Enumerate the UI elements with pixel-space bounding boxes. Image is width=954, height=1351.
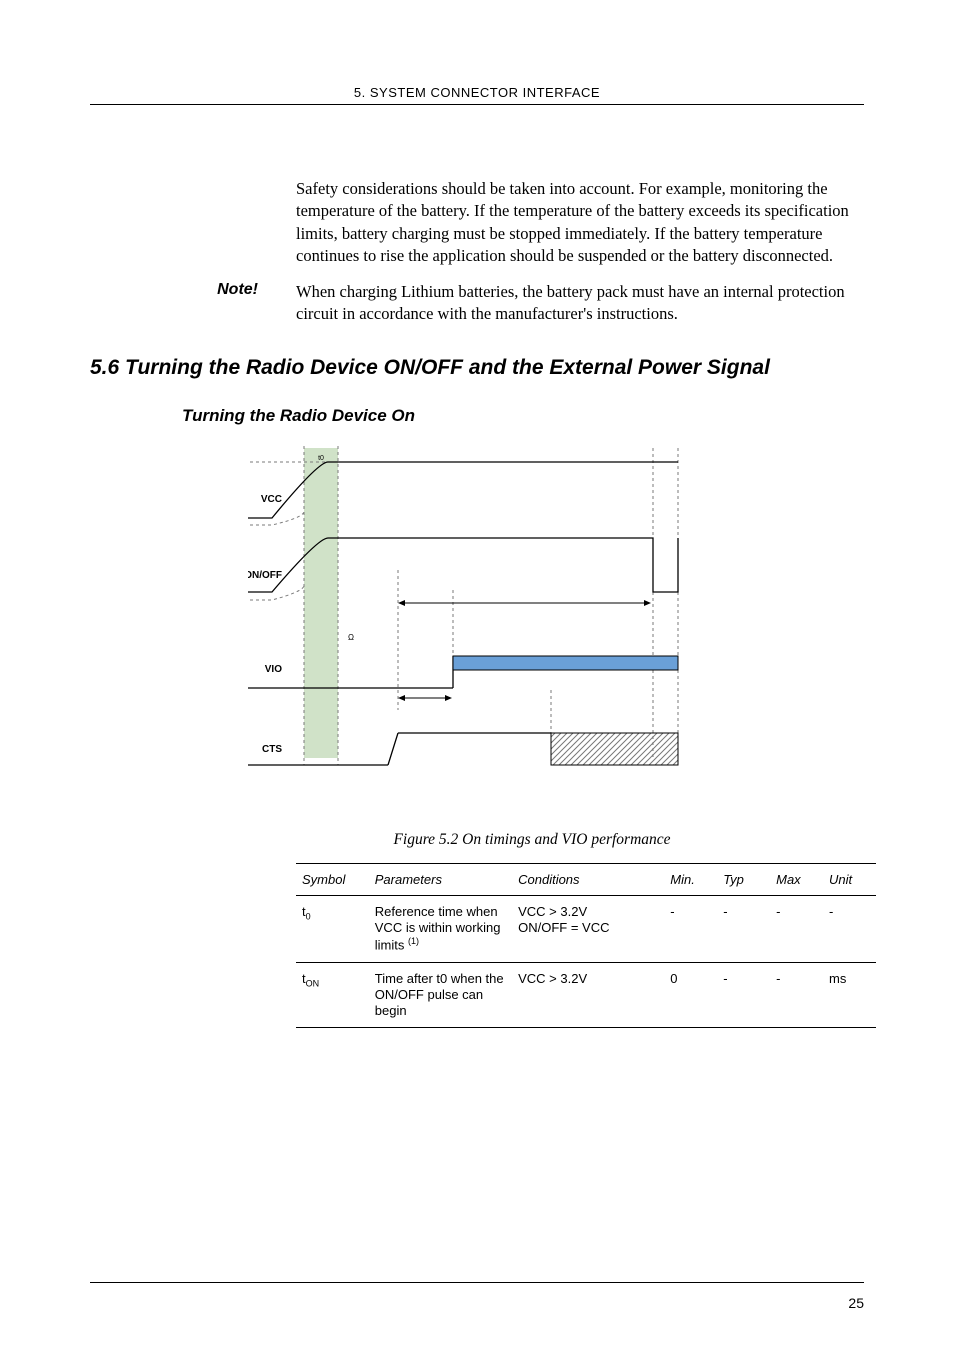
cell-min: 0 (664, 962, 717, 1028)
cell-conditions: VCC > 3.2V ON/OFF = VCC (512, 895, 664, 962)
cell-max: - (770, 895, 823, 962)
svg-text:ON/OFF: ON/OFF (248, 570, 282, 581)
running-header: 5. SYSTEM CONNECTOR INTERFACE (90, 85, 864, 100)
col-conditions: Conditions (512, 863, 664, 895)
page-number: 25 (848, 1295, 864, 1311)
body-paragraph: Safety considerations should be taken in… (296, 178, 864, 267)
note-text: When charging Lithium batteries, the bat… (296, 281, 864, 326)
cell-unit: ms (823, 962, 876, 1028)
cell-min: - (664, 895, 717, 962)
subsection-heading: Turning the Radio Device On (182, 406, 864, 426)
cell-unit: - (823, 895, 876, 962)
col-min: Min. (664, 863, 717, 895)
note-label: Note! (90, 281, 296, 326)
table-row: t0 Reference time when VCC is within wor… (296, 895, 876, 962)
cell-parameters: Time after t0 when the ON/OFF pulse can … (369, 962, 512, 1028)
table-row: tON Time after t0 when the ON/OFF pulse … (296, 962, 876, 1028)
svg-text:VIO: VIO (265, 664, 282, 675)
cell-parameters: Reference time when VCC is within workin… (369, 895, 512, 962)
section-heading: 5.6 Turning the Radio Device ON/OFF and … (90, 356, 864, 380)
svg-text:t0: t0 (318, 455, 324, 462)
header-rule (90, 104, 864, 105)
figure-caption: Figure 5.2 On timings and VIO performanc… (200, 831, 864, 849)
svg-text:VCC: VCC (261, 494, 282, 505)
cell-conditions: VCC > 3.2V (512, 962, 664, 1028)
col-parameters: Parameters (369, 863, 512, 895)
cell-typ: - (717, 895, 770, 962)
cell-max: - (770, 962, 823, 1028)
parameters-table: Symbol Parameters Conditions Min. Typ Ma… (296, 863, 876, 1029)
cell-typ: - (717, 962, 770, 1028)
table-header-row: Symbol Parameters Conditions Min. Typ Ma… (296, 863, 876, 895)
col-symbol: Symbol (296, 863, 369, 895)
svg-text:Ω: Ω (348, 633, 354, 642)
col-unit: Unit (823, 863, 876, 895)
cell-symbol: t0 (296, 895, 369, 962)
col-max: Max (770, 863, 823, 895)
note-block: Note! When charging Lithium batteries, t… (90, 281, 864, 326)
footer-rule (90, 1282, 864, 1283)
timing-diagram: t0 VCC ON/OFF Ω VIO (248, 440, 864, 815)
cell-symbol: tON (296, 962, 369, 1028)
svg-text:CTS: CTS (262, 744, 282, 755)
col-typ: Typ (717, 863, 770, 895)
